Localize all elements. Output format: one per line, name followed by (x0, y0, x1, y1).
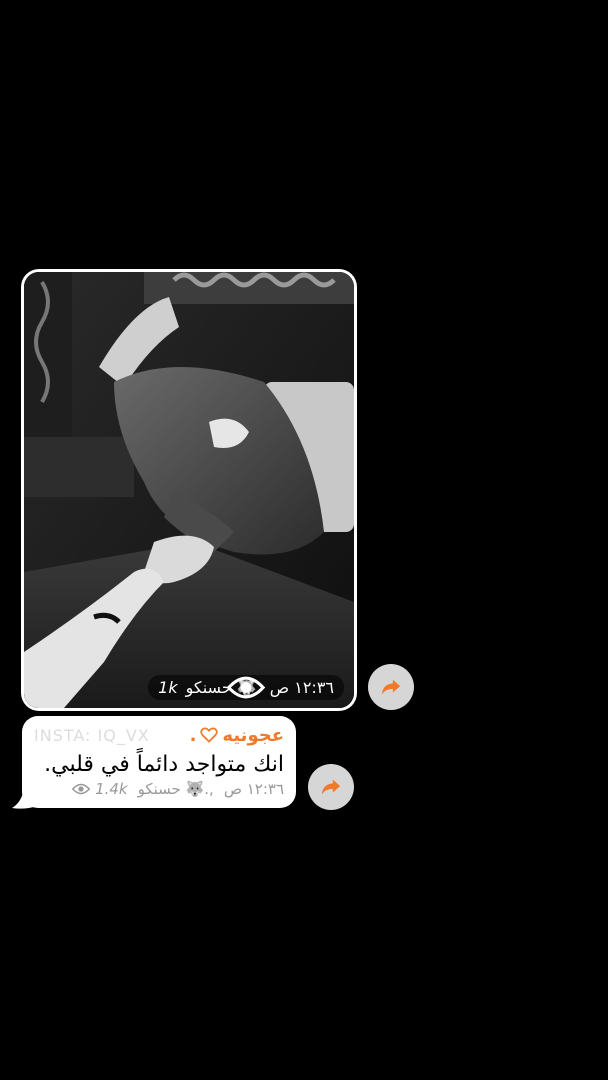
watermark-text: INSTA: IQ_VX (34, 725, 150, 745)
message-author: حسنكو 🐺., (137, 780, 214, 798)
photo-views: 1k (158, 676, 266, 699)
share-message-button[interactable] (308, 764, 354, 810)
photo-message-bubble[interactable]: 1k حسنكو 🐺. ١٢:٣٦ ص (21, 269, 357, 711)
sender-name: عجونيه (222, 724, 284, 746)
share-arrow-icon (321, 779, 341, 795)
message-text: انك متواجد دائماً في قلبي. (44, 752, 284, 777)
sender-name-group[interactable]: عجونيه . (190, 725, 284, 746)
message-time: ١٢:٣٦ ص (223, 780, 284, 798)
heart-icon (200, 727, 219, 743)
message-views: 1.4k (72, 780, 128, 798)
eye-icon (226, 676, 266, 699)
message-views-count: 1.4k (95, 780, 128, 798)
photo-meta: 1k حسنكو 🐺. ١٢:٣٦ ص (148, 675, 344, 700)
message-meta: 1.4k حسنكو 🐺., ١٢:٣٦ ص (34, 780, 284, 798)
photo-image (24, 272, 354, 708)
share-photo-button[interactable] (368, 664, 414, 710)
sender-suffix: . (189, 724, 197, 746)
eye-icon (72, 783, 91, 795)
message-photo[interactable]: 1k حسنكو 🐺. ١٢:٣٦ ص (24, 272, 354, 708)
text-message-bubble[interactable]: INSTA: IQ_VX عجونيه . انك متواجد دائماً … (22, 716, 296, 808)
share-arrow-icon (381, 679, 401, 695)
